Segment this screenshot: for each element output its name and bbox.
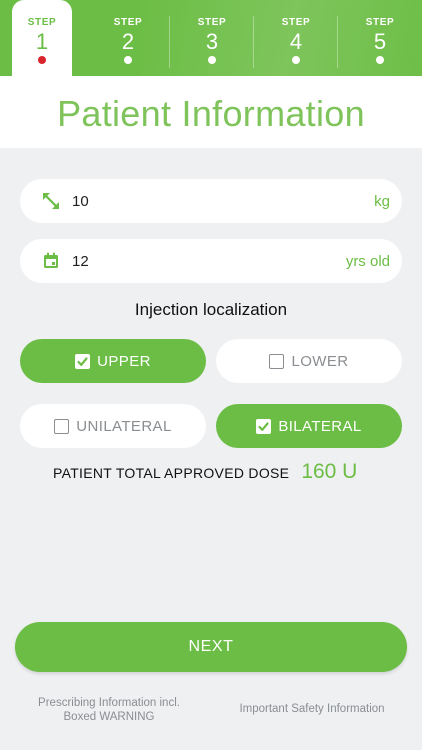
weight-value[interactable]: 10 — [72, 193, 89, 210]
checked-checkbox-icon — [256, 418, 272, 434]
page-title: Patient Information — [57, 93, 365, 134]
step-number: 1 — [35, 29, 49, 54]
step-2[interactable]: STEP 2 — [86, 0, 170, 76]
age-unit: yrs old — [345, 253, 390, 270]
step-label: STEP — [281, 17, 311, 28]
prescribing-info-link[interactable]: Prescribing Information incl. Boxed WARN… — [20, 696, 198, 724]
step-number: 2 — [121, 29, 135, 54]
step-number: 4 — [289, 29, 303, 54]
safety-info-link[interactable]: Important Safety Information — [222, 702, 402, 716]
upper-toggle[interactable]: UPPER — [20, 339, 206, 383]
step-dot — [124, 56, 132, 64]
unchecked-checkbox-icon — [269, 353, 285, 369]
step-5[interactable]: STEP 5 — [338, 0, 422, 76]
step-number: 5 — [373, 29, 387, 54]
toggle-label: LOWER — [291, 352, 349, 370]
unchecked-checkbox-icon — [54, 418, 70, 434]
prescribing-info-line1: Prescribing Information incl. — [38, 697, 180, 709]
weight-unit: kg — [374, 193, 390, 210]
toggle-label: BILATERAL — [278, 417, 362, 435]
toggle-label: UNILATERAL — [76, 417, 172, 435]
weight-field[interactable]: 10 kg — [20, 179, 402, 223]
step-label: STEP — [27, 17, 57, 28]
title-band: Patient Information — [0, 76, 422, 148]
stepper: STEP 2 STEP 3 STEP 4 STEP 5 STEP 1 — [0, 0, 422, 76]
step-current-dot — [38, 56, 46, 64]
bilateral-toggle[interactable]: BILATERAL — [216, 404, 402, 448]
calendar-icon — [42, 252, 60, 270]
step-label: STEP — [197, 17, 227, 28]
resize-arrows-icon — [42, 192, 60, 210]
unilateral-toggle[interactable]: UNILATERAL — [20, 404, 206, 448]
injection-localization-title: Injection localization — [134, 300, 288, 319]
next-button[interactable]: NEXT — [15, 622, 407, 672]
step-1-active[interactable]: STEP 1 — [12, 0, 72, 76]
age-value[interactable]: 12 — [72, 253, 89, 270]
lower-toggle[interactable]: LOWER — [216, 339, 402, 383]
step-label: STEP — [365, 17, 395, 28]
step-dot — [292, 56, 300, 64]
dose-value: 160 U — [301, 460, 358, 483]
toggle-label: UPPER — [97, 352, 151, 370]
step-3[interactable]: STEP 3 — [170, 0, 254, 76]
age-field[interactable]: 12 yrs old — [20, 239, 402, 283]
step-dot — [208, 56, 216, 64]
approved-dose: PATIENT TOTAL APPROVED DOSE 160 U — [53, 460, 357, 486]
checked-checkbox-icon — [75, 353, 91, 369]
prescribing-info-line2: Boxed WARNING — [63, 711, 155, 723]
dose-label: PATIENT TOTAL APPROVED DOSE — [53, 465, 290, 481]
step-4[interactable]: STEP 4 — [254, 0, 338, 76]
step-dot — [376, 56, 384, 64]
step-number: 3 — [205, 29, 219, 54]
step-label: STEP — [113, 17, 143, 28]
